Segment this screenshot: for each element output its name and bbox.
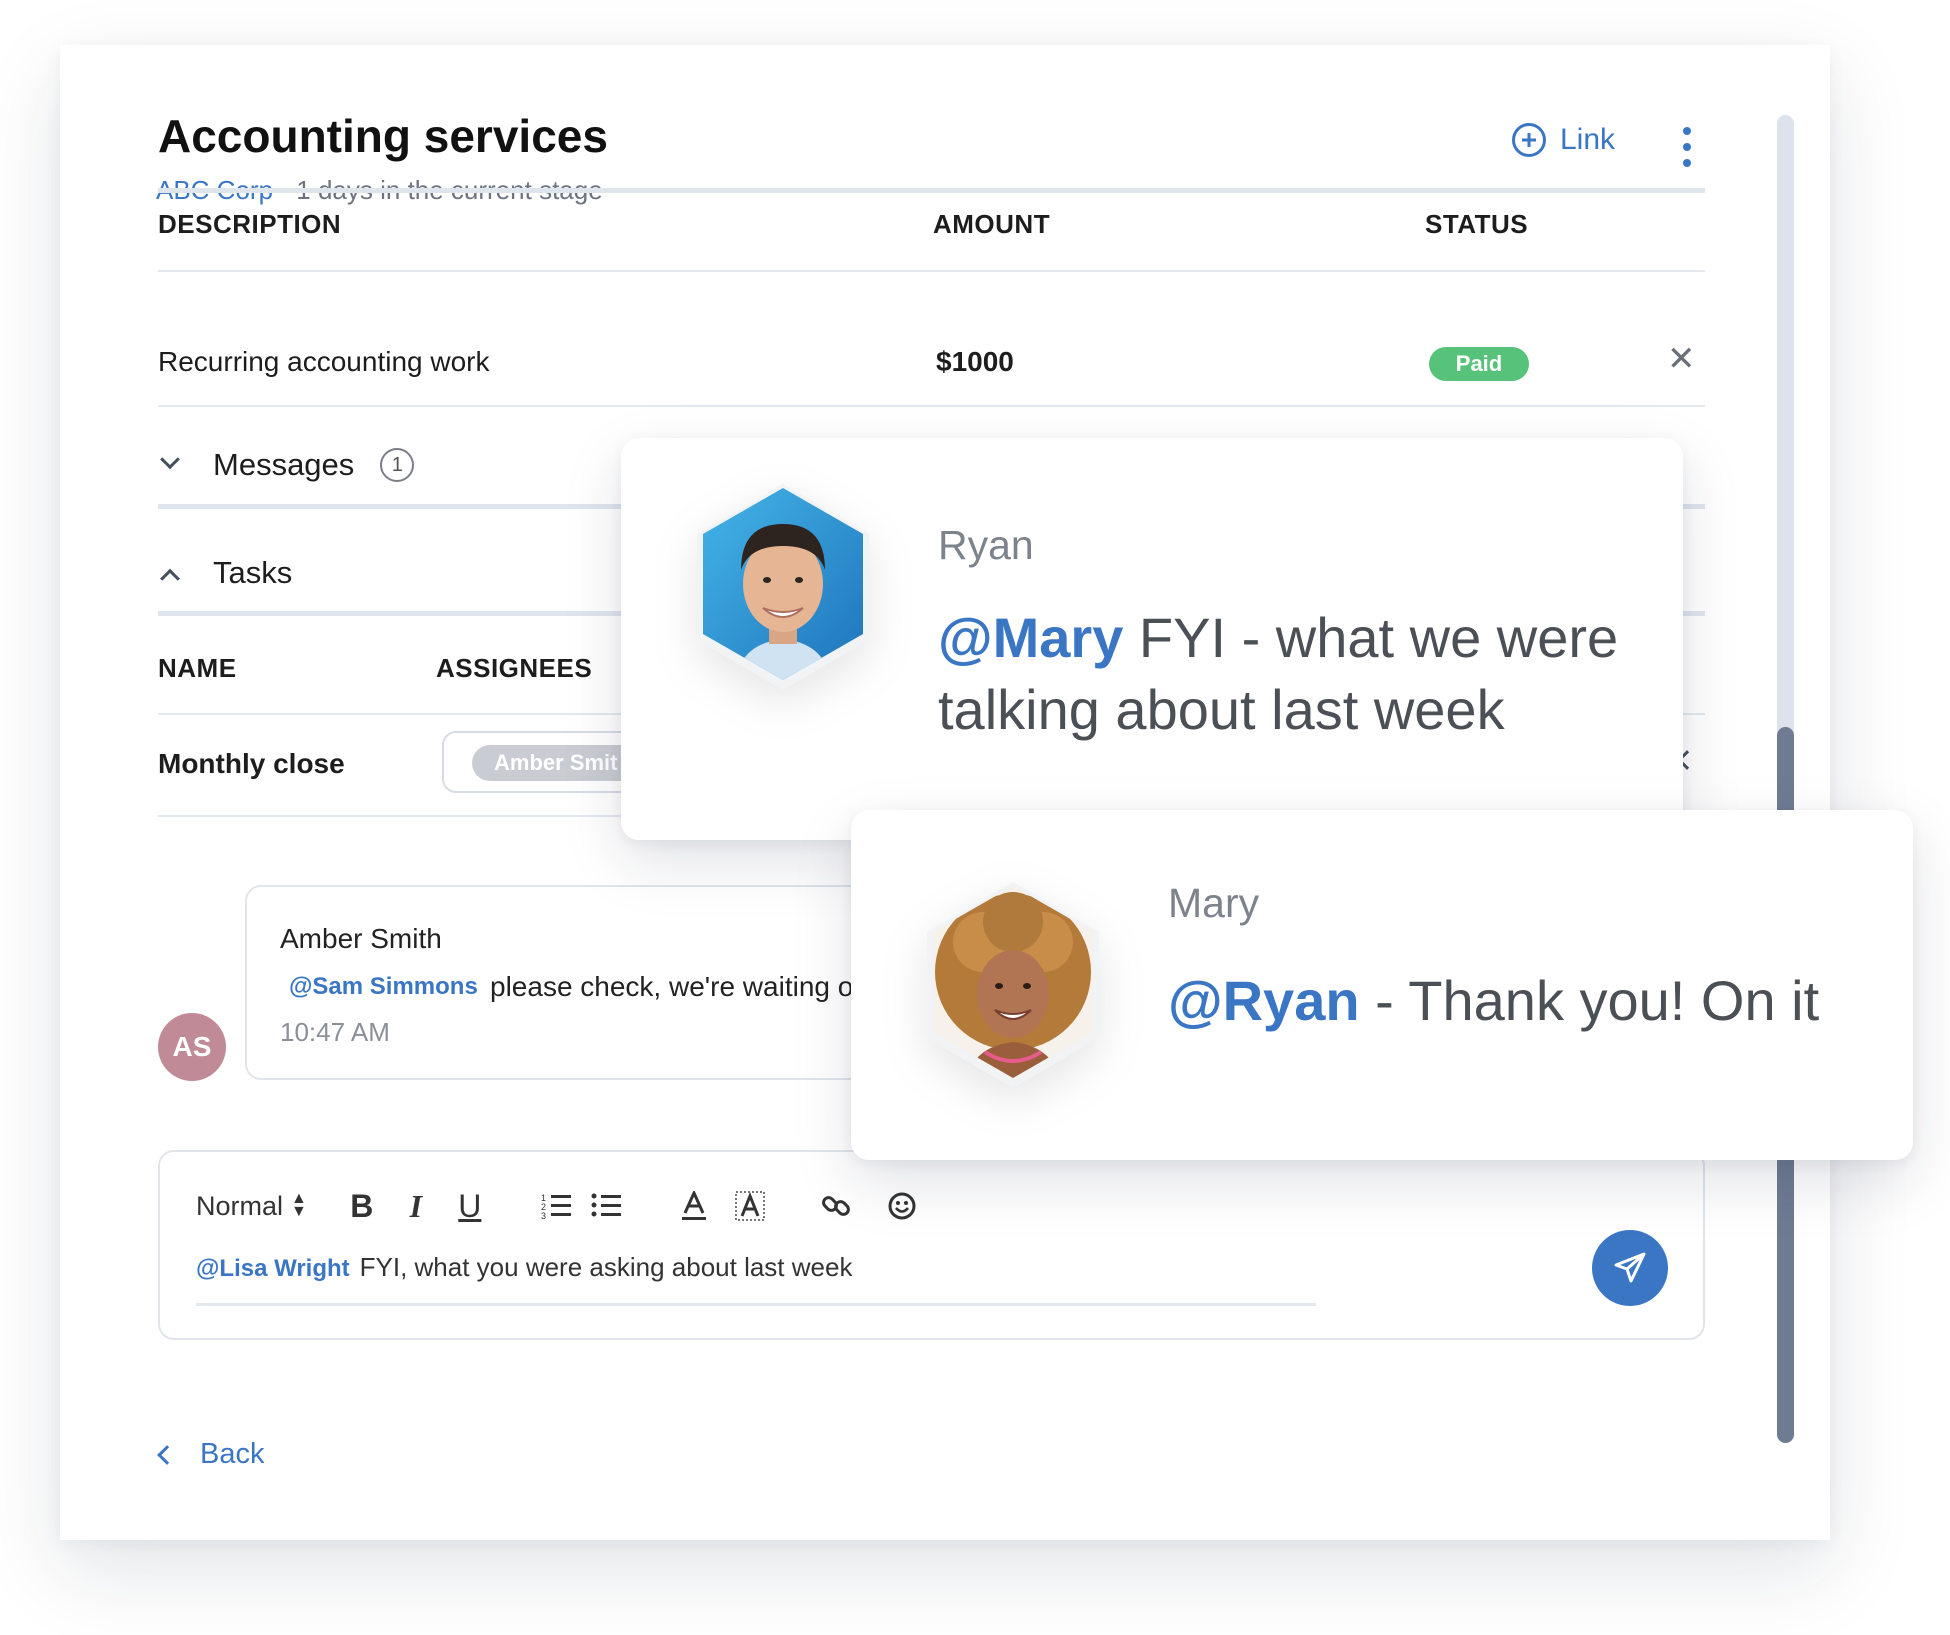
editor-mention[interactable]: @Lisa Wright	[196, 1255, 350, 1282]
chat-bubble-ryan: Ryan @Mary FYI - what we were talking ab…	[621, 438, 1683, 840]
bubble-text: @Mary FYI - what we were talking about l…	[938, 602, 1618, 746]
link-icon[interactable]	[816, 1186, 856, 1226]
chevron-up-icon	[160, 568, 180, 589]
assignee-chip[interactable]: Amber Smit	[472, 745, 640, 781]
bubble-mention[interactable]: @Mary	[938, 606, 1123, 669]
task-name[interactable]: Monthly close	[158, 748, 345, 780]
back-button[interactable]: Back	[157, 1438, 265, 1471]
link-label: Link	[1560, 123, 1616, 156]
messages-label: Messages	[213, 447, 355, 482]
message-editor[interactable]: Normal ▲ ▼ B I U 123 @Lisa Wright FYI, w…	[158, 1150, 1705, 1340]
line-item-description: Recurring accounting work	[158, 346, 490, 377]
remove-line-icon[interactable]: ✕	[1667, 342, 1696, 376]
send-icon	[1614, 1252, 1646, 1283]
messages-section-toggle[interactable]: Messages 1	[160, 447, 415, 483]
column-header-assignees: ASSIGNEES	[436, 653, 593, 683]
ordered-list-icon[interactable]: 123	[536, 1186, 576, 1226]
bubble-text-line2: talking about last week	[938, 678, 1505, 741]
bubble-author: Mary	[1168, 880, 1260, 926]
column-header-amount: AMOUNT	[933, 209, 1051, 239]
editor-input-text: FYI, what you were asking about last wee…	[359, 1252, 853, 1282]
column-header-description: DESCRIPTION	[158, 209, 342, 239]
format-select-label: Normal	[196, 1190, 284, 1221]
send-button[interactable]	[1592, 1230, 1668, 1306]
messages-count-badge: 1	[380, 448, 415, 482]
message-mention[interactable]: @Sam Simmons	[289, 973, 478, 1001]
highlight-icon[interactable]	[730, 1186, 770, 1226]
editor-input[interactable]: @Lisa Wright FYI, what you were asking ab…	[196, 1252, 852, 1283]
bold-icon[interactable]: B	[342, 1186, 382, 1226]
avatar	[693, 484, 873, 699]
line-item-amount: $1000	[936, 346, 1014, 377]
more-options-icon[interactable]	[1677, 127, 1697, 167]
bubble-author: Ryan	[938, 522, 1034, 568]
chevron-down-icon	[160, 449, 180, 470]
column-header-name: NAME	[158, 653, 237, 683]
avatar	[923, 882, 1103, 1097]
underline-icon[interactable]: U	[450, 1186, 490, 1226]
avatar: AS	[158, 1013, 226, 1081]
svg-text:3: 3	[541, 1211, 546, 1220]
divider	[158, 188, 1705, 193]
add-circle-icon	[1512, 123, 1546, 157]
message-text: please check, we're waiting o	[490, 971, 854, 1002]
tasks-section-toggle[interactable]: Tasks	[160, 555, 293, 591]
select-arrows-icon: ▲ ▼	[291, 1190, 307, 1220]
message-timestamp: 10:47 AM	[280, 1017, 390, 1047]
page-title: Accounting services	[158, 110, 608, 162]
divider	[158, 405, 1705, 407]
bubble-text: @Ryan - Thank you! On it	[1168, 965, 1819, 1037]
bullet-list-icon[interactable]	[586, 1186, 626, 1226]
chevron-left-icon	[157, 1444, 177, 1465]
back-label: Back	[200, 1438, 265, 1470]
column-header-status: STATUS	[1425, 209, 1529, 239]
emoji-icon[interactable]	[882, 1186, 922, 1226]
chat-bubble-mary: Mary @Ryan - Thank you! On it	[851, 810, 1913, 1160]
text-color-icon[interactable]	[674, 1186, 714, 1226]
link-button[interactable]: Link	[1512, 123, 1615, 157]
divider	[158, 270, 1705, 272]
editor-toolbar: Normal ▲ ▼ B I U 123	[196, 1186, 922, 1226]
message-author: Amber Smith	[280, 923, 442, 954]
italic-icon[interactable]: I	[396, 1186, 436, 1226]
bubble-text-line1: FYI - what we were	[1123, 606, 1619, 669]
editor-underline	[196, 1303, 1316, 1306]
bubble-mention[interactable]: @Ryan	[1168, 969, 1360, 1032]
bubble-text-body: - Thank you! On it	[1359, 969, 1820, 1032]
status-badge: Paid	[1429, 347, 1529, 381]
scrollbar-track[interactable]	[1777, 115, 1794, 1443]
format-select[interactable]: Normal ▲ ▼	[196, 1186, 307, 1226]
tasks-label: Tasks	[213, 555, 293, 590]
